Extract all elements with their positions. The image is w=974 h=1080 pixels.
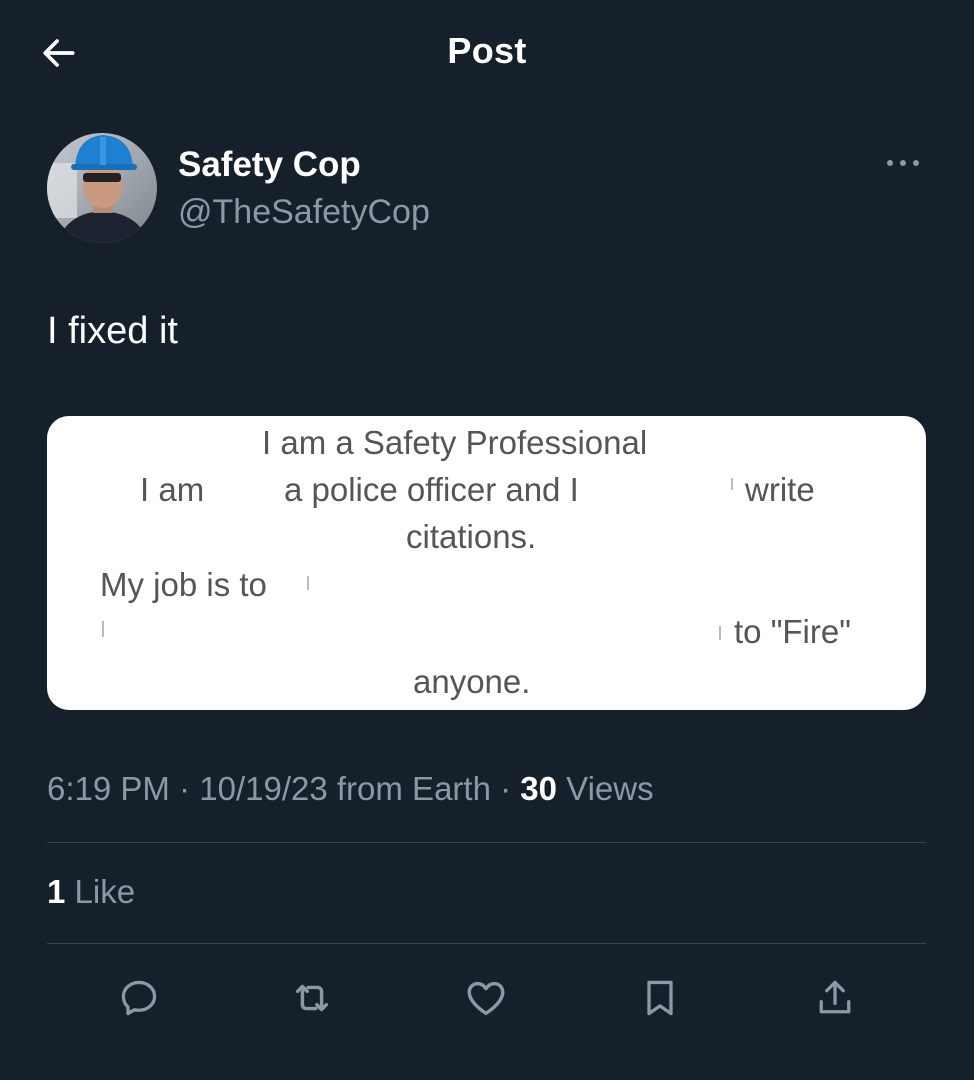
author-handle[interactable]: @TheSafetyCop (178, 193, 430, 232)
divider (47, 842, 926, 843)
erased-text-mark (719, 626, 721, 640)
page-title: Post (447, 30, 527, 71)
author-name[interactable]: Safety Cop (178, 145, 361, 185)
action-bar (0, 965, 974, 1031)
reply-button[interactable] (106, 965, 172, 1031)
image-text-line: a police officer and I (284, 471, 579, 508)
more-options-button[interactable] (879, 149, 927, 177)
share-icon (819, 980, 851, 1014)
image-text-line: My job is to (100, 566, 267, 603)
views-count: 30 (520, 770, 557, 807)
divider (47, 943, 926, 944)
image-text-line: I am a Safety Professional (262, 424, 648, 461)
likes-stat[interactable]: 1 Like (47, 873, 135, 911)
erased-text-mark (307, 576, 309, 590)
likes-label: Like (74, 873, 136, 910)
post-source: from Earth (336, 770, 491, 807)
post-author: Safety Cop @TheSafetyCop (47, 133, 927, 243)
erased-text-mark (102, 621, 104, 637)
top-bar: Post (0, 0, 974, 105)
post-time: 6:19 PM (47, 770, 170, 807)
repost-icon (295, 984, 329, 1012)
heart-icon (467, 981, 505, 1016)
image-text-line: to "Fire" (734, 613, 851, 650)
reply-icon (121, 980, 157, 1016)
image-text-line: write (745, 471, 815, 508)
separator-dot: · (179, 770, 191, 807)
avatar-photo (47, 133, 157, 243)
bookmark-icon (647, 980, 673, 1016)
image-text-line: citations. (406, 518, 537, 555)
image-text-line: anyone. (413, 663, 531, 700)
avatar[interactable] (47, 133, 157, 243)
share-button[interactable] (802, 965, 868, 1031)
more-horizontal-icon (887, 160, 919, 166)
like-button[interactable] (453, 965, 519, 1031)
bookmark-button[interactable] (627, 965, 693, 1031)
views-label: Views (566, 770, 654, 807)
post-metadata: 6:19 PM · 10/19/23 from Earth · 30 Views (47, 770, 654, 808)
erased-text-mark (731, 478, 733, 490)
post-text: I fixed it (47, 310, 178, 352)
image-text-line: I am (140, 471, 205, 508)
likes-count: 1 (47, 873, 66, 910)
post-image[interactable]: I am a Safety Professional I am a police… (47, 416, 926, 710)
post-date: 10/19/23 (199, 770, 328, 807)
separator-dot: · (500, 770, 512, 807)
repost-button[interactable] (279, 965, 345, 1031)
